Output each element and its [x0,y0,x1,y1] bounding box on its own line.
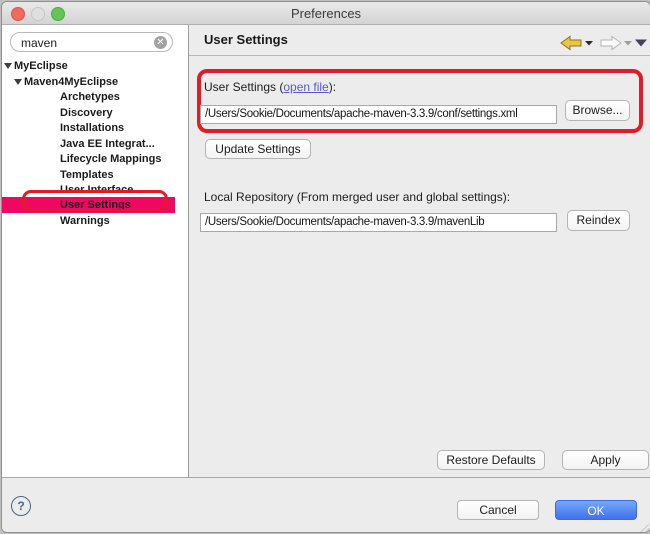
user-settings-label: User Settings (open file): [204,80,336,94]
sidebar: maven ✕ MyEclipse Maven4MyEclipse Archet… [2,25,189,477]
open-file-link[interactable]: open file [283,80,328,94]
user-settings-path-input[interactable]: /Users/Sookie/Documents/apache-maven-3.3… [200,105,557,124]
cancel-button[interactable]: Cancel [457,500,539,520]
disclosure-triangle-icon[interactable] [14,79,22,85]
ok-button[interactable]: OK [555,500,637,520]
view-menu-icon[interactable] [635,40,647,47]
sidebar-item-user-settings[interactable]: User Settings [2,197,175,214]
page-title: User Settings [204,32,288,47]
restore-defaults-button[interactable]: Restore Defaults [437,450,545,470]
history-nav-icons [536,33,648,53]
header-separator [189,55,650,56]
browse-button[interactable]: Browse... [565,100,630,121]
sidebar-item-java-ee-integration[interactable]: Java EE Integrat... [2,136,188,152]
back-arrow-icon[interactable] [561,37,581,50]
sidebar-item-warnings[interactable]: Warnings [2,213,188,229]
disclosure-triangle-icon[interactable] [4,63,12,69]
reindex-button[interactable]: Reindex [567,210,630,231]
apply-button[interactable]: Apply [562,450,649,470]
search-value: maven [21,36,57,50]
sidebar-item-templates[interactable]: Templates [2,167,188,183]
resize-grip[interactable] [640,523,649,532]
sidebar-item-installations[interactable]: Installations [2,120,188,136]
sidebar-item-myeclipse[interactable]: MyEclipse [2,58,188,74]
window-title: Preferences [2,6,650,21]
main-panel: User Settings User Settings (open file):… [189,25,650,477]
sidebar-item-maven4myeclipse[interactable]: Maven4MyEclipse [2,74,188,90]
clear-search-icon[interactable]: ✕ [154,36,167,49]
local-repository-label: Local Repository (From merged user and g… [204,190,510,204]
search-input[interactable]: maven ✕ [10,32,173,52]
dialog-footer: ? Cancel OK [2,477,650,533]
update-settings-button[interactable]: Update Settings [205,139,311,159]
title-bar: Preferences [2,2,650,25]
sidebar-item-discovery[interactable]: Discovery [2,105,188,121]
forward-arrow-icon [601,37,621,50]
back-dropdown-icon[interactable] [585,41,593,46]
forward-dropdown-icon [624,41,632,46]
sidebar-item-archetypes[interactable]: Archetypes [2,89,188,105]
local-repository-path-input[interactable]: /Users/Sookie/Documents/apache-maven-3.3… [200,213,557,232]
help-icon[interactable]: ? [11,496,31,516]
preferences-window: Preferences maven ✕ MyEclipse Maven4MyEc… [1,1,650,533]
sidebar-item-lifecycle-mappings[interactable]: Lifecycle Mappings [2,151,188,167]
